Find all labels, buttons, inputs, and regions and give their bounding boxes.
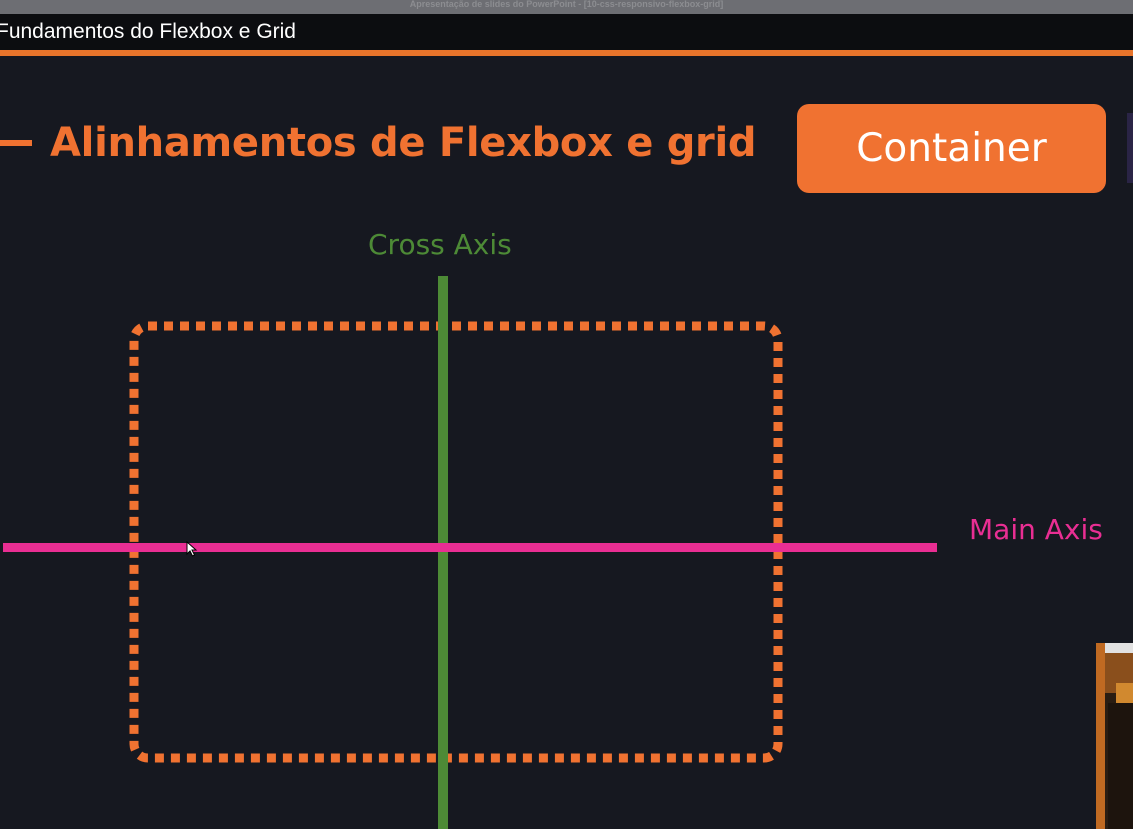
mouse-pointer-icon [186,541,198,557]
main-axis-line [3,543,937,552]
webcam-frame-top [1105,643,1133,653]
webcam-overlay [1096,643,1133,829]
flex-axes-diagram [3,276,937,829]
cross-axis-line [438,276,448,829]
container-dotted-outline [129,321,783,763]
main-axis-label: Main Axis [969,513,1103,546]
webcam-shadow [1108,703,1133,829]
webcam-frame-left [1096,643,1105,829]
screen: Apresentação de slides do PowerPoint - [… [0,0,1133,829]
webcam-light [1116,683,1133,703]
